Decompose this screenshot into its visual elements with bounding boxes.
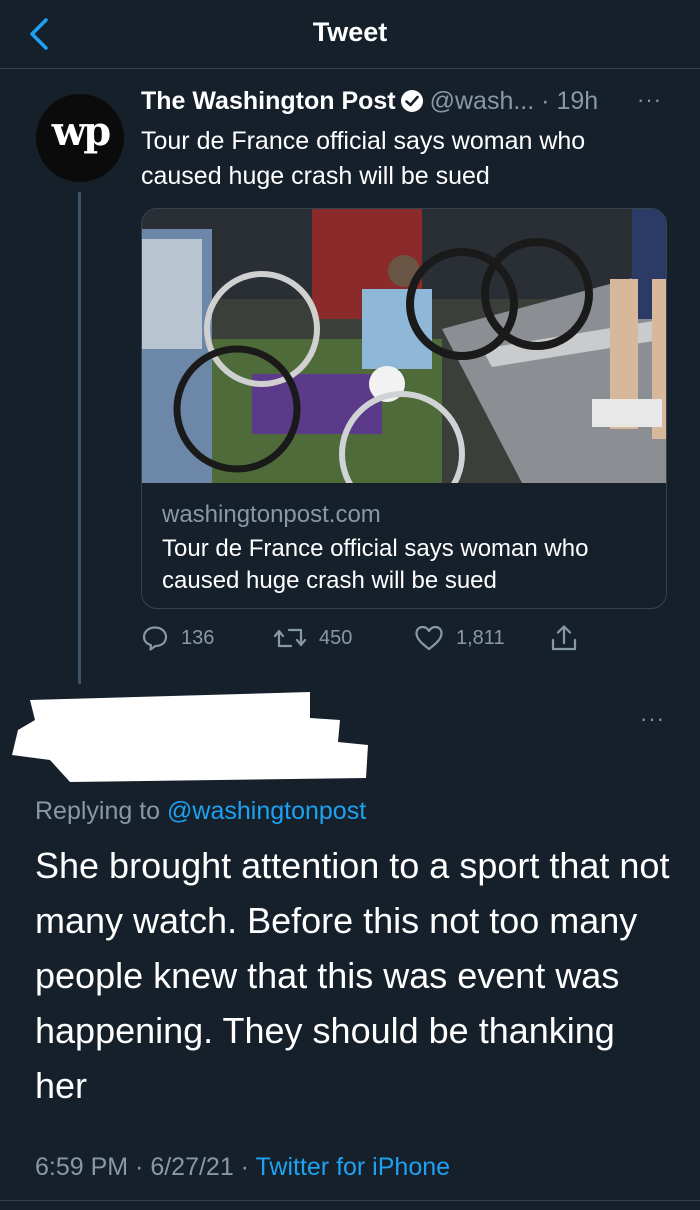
card-domain: washingtonpost.com: [162, 501, 381, 528]
heart-icon: [415, 625, 443, 651]
washington-post-logo: wp: [51, 108, 111, 155]
reply-icon: [142, 626, 168, 651]
author-handle[interactable]: @wash...: [430, 87, 535, 115]
top-bar: Tweet: [0, 0, 700, 69]
article-photo: [142, 209, 666, 483]
like-button[interactable]: 1,811: [414, 623, 505, 653]
avatar[interactable]: wp: [36, 94, 124, 182]
quoted-tweet-header: The Washington Post @wash... · 19h: [141, 87, 598, 116]
separator-dot: ·: [541, 87, 550, 115]
thread-line: [78, 192, 81, 684]
like-count: 1,811: [456, 626, 505, 649]
tweet-time: 19h: [556, 87, 599, 115]
share-icon: [551, 625, 577, 651]
retweet-icon: [273, 628, 307, 648]
mention-link[interactable]: @washingtonpost: [167, 797, 366, 825]
share-button[interactable]: [549, 623, 591, 653]
reply-count: 136: [181, 626, 215, 649]
replying-prefix: Replying to: [35, 797, 161, 825]
more-options-icon[interactable]: ···: [640, 706, 665, 732]
page-title: Tweet: [312, 17, 388, 47]
tweet-text: Tour de France official says woman who c…: [141, 127, 586, 190]
replying-to: Replying to @washingtonpost: [35, 797, 366, 826]
tweet-meta: 6:59 PM · 6/27/21 · Twitter for iPhone: [35, 1153, 450, 1182]
retweet-button[interactable]: 450: [273, 623, 352, 653]
link-card[interactable]: washingtonpost.com Tour de France offici…: [141, 208, 667, 609]
redacted-author-overlay: [12, 692, 368, 782]
card-title: Tour de France official says woman who c…: [162, 535, 589, 594]
author-name[interactable]: The Washington Post: [141, 87, 396, 115]
verified-badge-icon: [400, 90, 423, 112]
reply-button[interactable]: 136: [141, 623, 214, 653]
divider: [0, 1200, 700, 1201]
timestamp: 6:59 PM · 6/27/21 ·: [35, 1153, 256, 1181]
retweet-count: 450: [319, 626, 353, 649]
more-options-icon[interactable]: ···: [637, 87, 662, 113]
source-link[interactable]: Twitter for iPhone: [256, 1153, 451, 1181]
reply-text: She brought attention to a sport that no…: [35, 845, 670, 1106]
